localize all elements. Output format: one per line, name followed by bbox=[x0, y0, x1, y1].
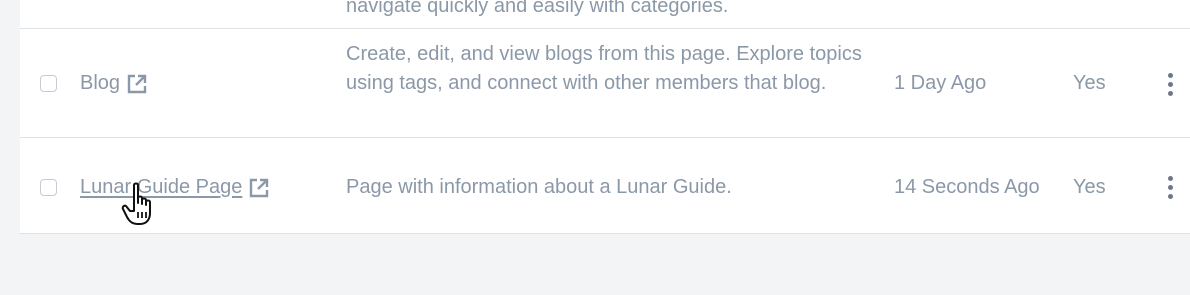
vertical-ellipsis-icon bbox=[1167, 72, 1173, 78]
page-title-link[interactable]: Lunar Guide Page bbox=[80, 173, 270, 202]
page-title[interactable]: Lunar Guide Page bbox=[80, 173, 242, 202]
vertical-ellipsis-dot bbox=[1167, 193, 1173, 199]
row-modified-date: 14 Seconds Ago bbox=[894, 176, 1040, 198]
row-select-checkbox[interactable] bbox=[40, 179, 57, 196]
page-title-link[interactable]: Blog bbox=[80, 69, 148, 98]
pages-table: navigate quickly and easily with categor… bbox=[20, 0, 1190, 234]
row-active-status: Yes bbox=[1073, 176, 1106, 198]
vertical-ellipsis-icon bbox=[1167, 175, 1173, 181]
external-link-icon[interactable] bbox=[248, 177, 270, 199]
row-description: navigate quickly and easily with categor… bbox=[346, 0, 729, 17]
vertical-ellipsis-dot bbox=[1167, 184, 1173, 190]
vertical-ellipsis-dot bbox=[1167, 81, 1173, 87]
page-title[interactable]: Blog bbox=[80, 69, 120, 98]
row-modified-date: 1 Day Ago bbox=[894, 72, 987, 94]
row-active-status: Yes bbox=[1073, 72, 1106, 94]
row-description: Create, edit, and view blogs from this p… bbox=[346, 43, 862, 94]
table-row: Blog Create, edit, and view blogs from t… bbox=[20, 29, 1190, 138]
table-row: navigate quickly and easily with categor… bbox=[20, 0, 1190, 29]
row-description: Page with information about a Lunar Guid… bbox=[346, 176, 732, 198]
row-select-checkbox[interactable] bbox=[40, 75, 57, 92]
more-actions-button[interactable] bbox=[1160, 69, 1180, 99]
external-link-icon[interactable] bbox=[126, 73, 148, 95]
vertical-ellipsis-dot bbox=[1167, 90, 1173, 96]
table-row: Lunar Guide Page Page with information a… bbox=[20, 138, 1190, 233]
more-actions-button[interactable] bbox=[1160, 172, 1180, 202]
